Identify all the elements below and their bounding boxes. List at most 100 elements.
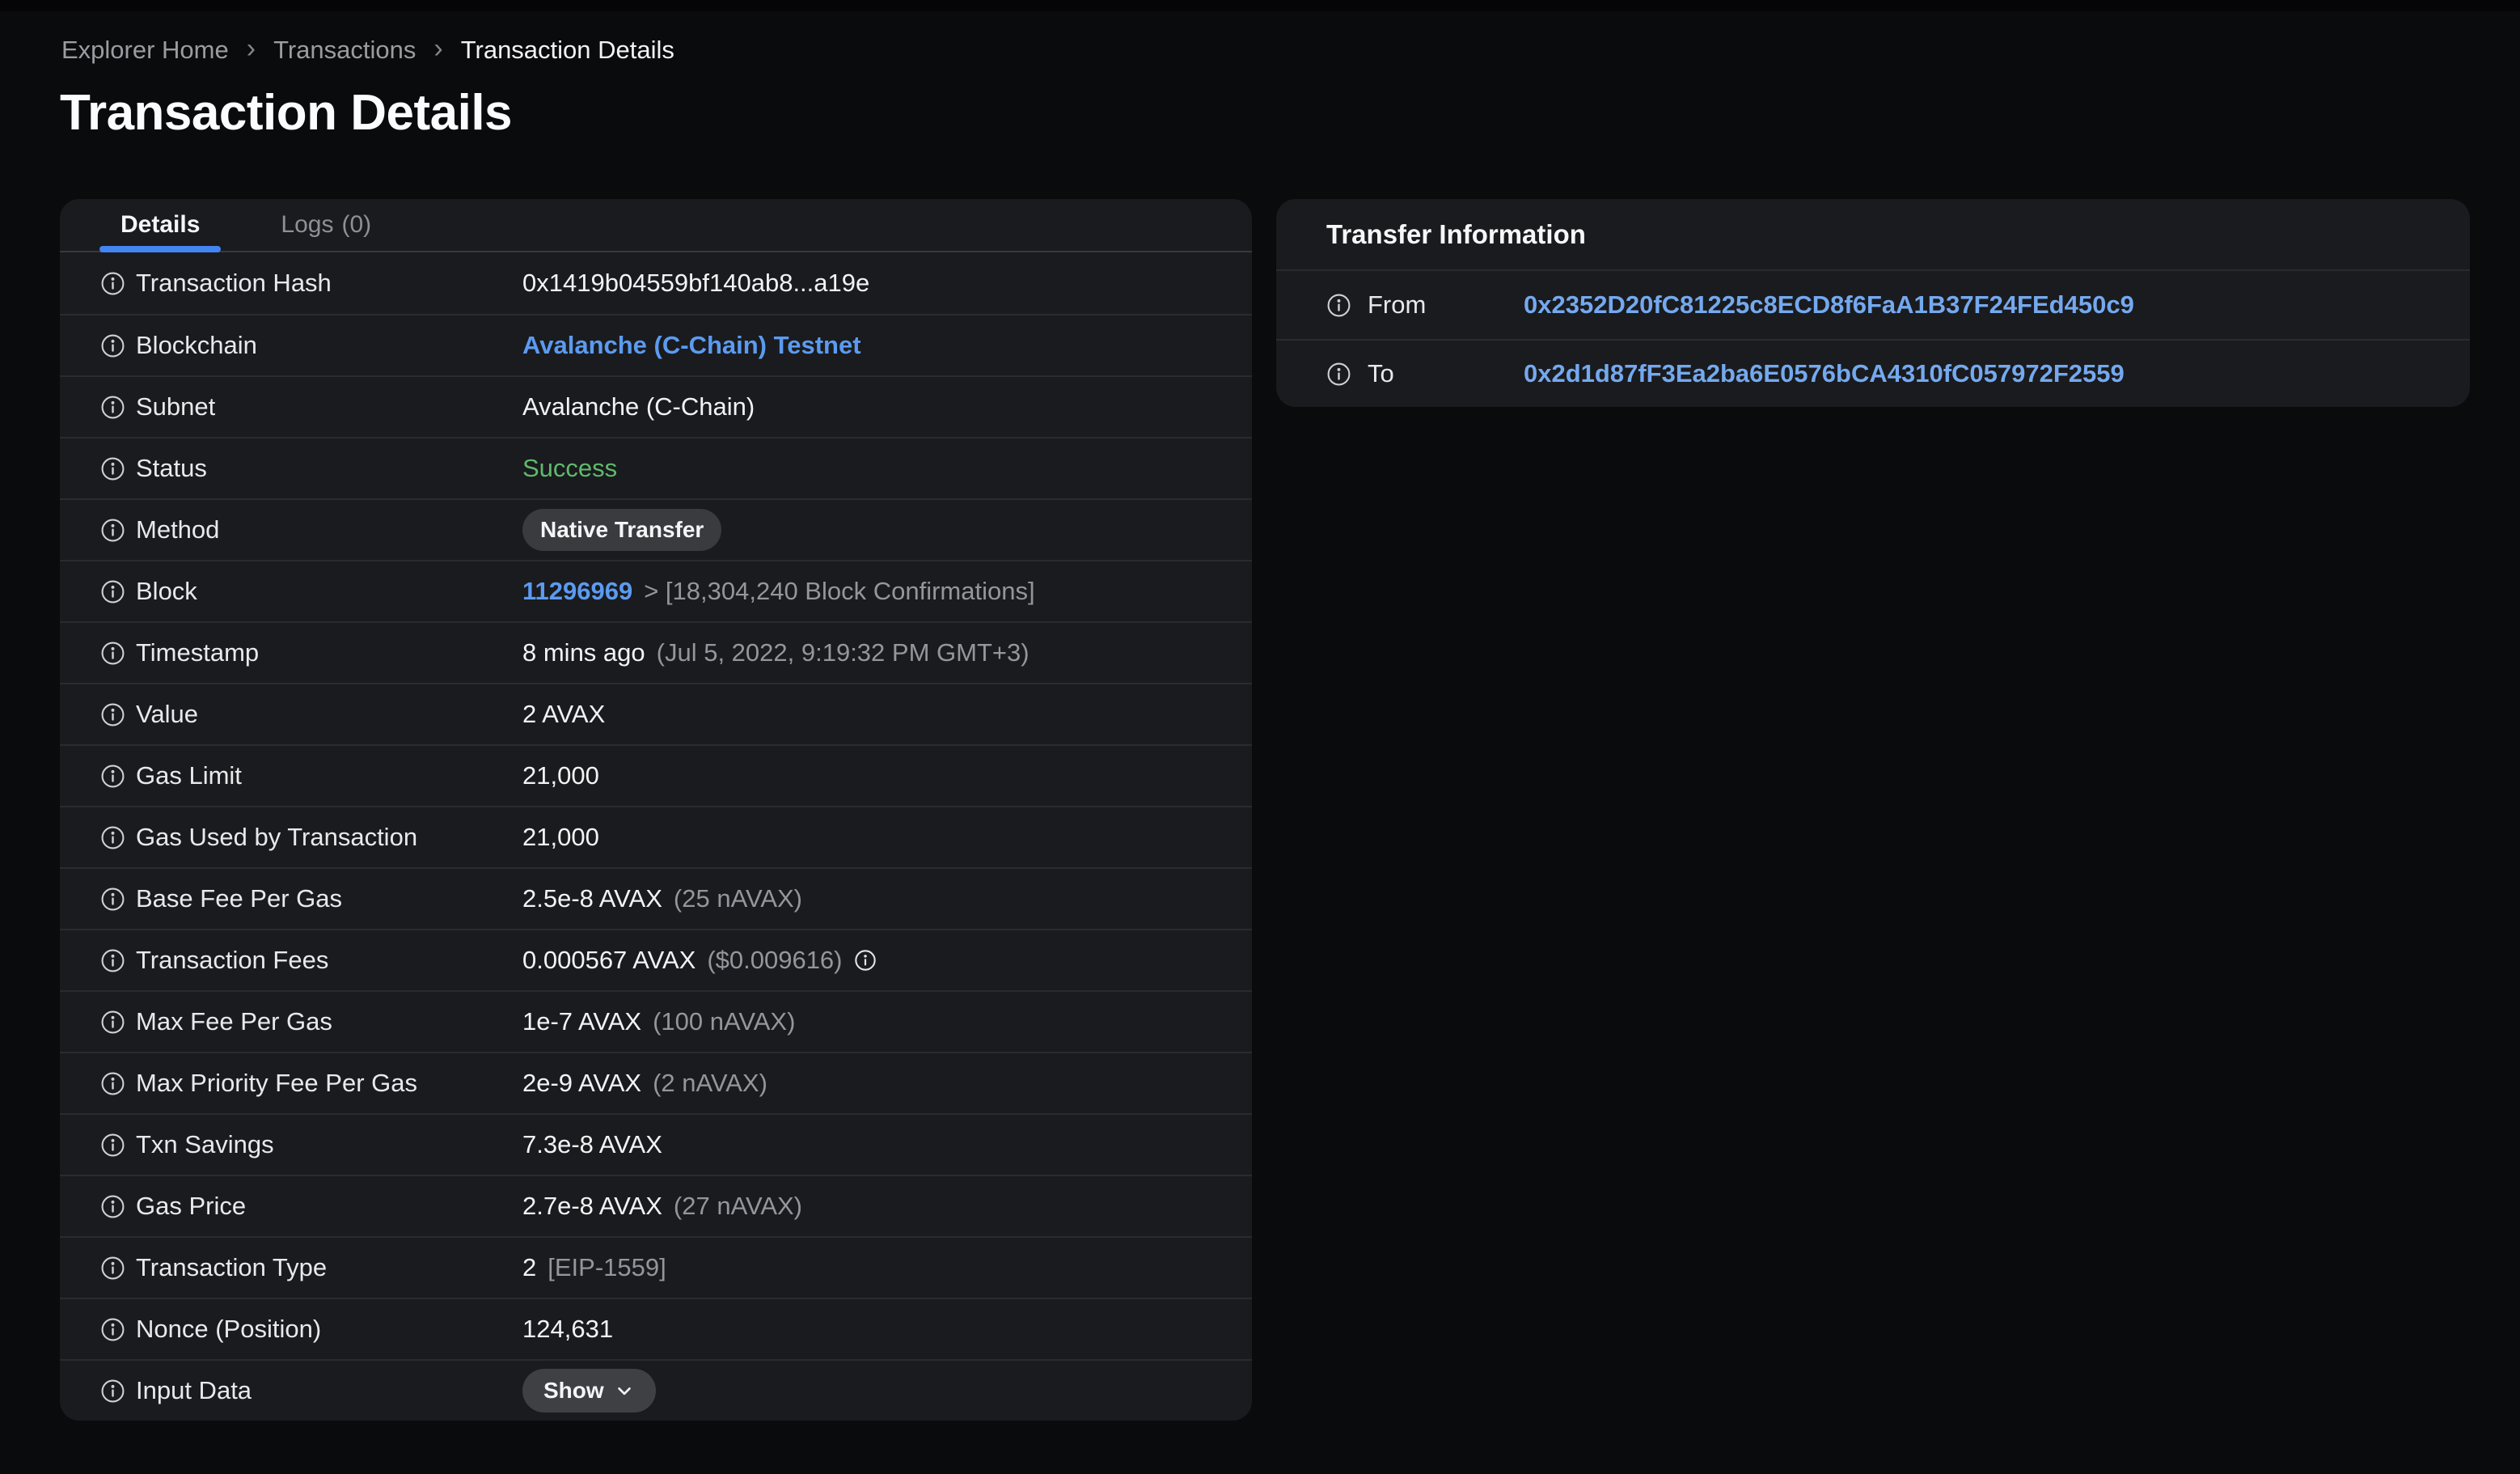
breadcrumb-separator-icon: › <box>246 33 256 64</box>
row-label: Block <box>136 577 197 605</box>
base-fee-value: 2.5e-8 AVAX <box>522 884 662 913</box>
row-label: Txn Savings <box>136 1130 274 1158</box>
info-icon[interactable] <box>100 333 125 358</box>
block-confirmations: > [18,304,240 Block Confirmations] <box>644 577 1035 605</box>
row-transaction-fees: Transaction Fees 0.000567 AVAX ($0.00961… <box>60 929 1252 990</box>
timestamp-relative: 8 mins ago <box>522 638 645 667</box>
row-value: Value 2 AVAX <box>60 683 1252 744</box>
base-fee-navax: (25 nAVAX) <box>673 884 803 913</box>
row-gas-price: Gas Price 2.7e-8 AVAX (27 nAVAX) <box>60 1175 1252 1236</box>
row-label: Gas Used by Transaction <box>136 823 418 851</box>
info-icon[interactable] <box>100 887 125 912</box>
info-icon[interactable] <box>100 702 125 727</box>
row-label: Value <box>136 700 198 728</box>
info-icon[interactable] <box>1326 293 1351 318</box>
breadcrumb: Explorer Home › Transactions › Transacti… <box>61 33 674 65</box>
info-icon[interactable] <box>100 579 125 604</box>
tab-logs-count: (0) <box>341 211 372 238</box>
transaction-fees-value: 0.000567 AVAX <box>522 946 696 974</box>
status-badge: Success <box>522 454 618 482</box>
info-icon[interactable] <box>100 641 125 666</box>
row-label: Subnet <box>136 392 216 421</box>
txn-savings-value: 7.3e-8 AVAX <box>522 1130 662 1158</box>
row-label: To <box>1368 359 1394 388</box>
row-transaction-type: Transaction Type 2 [EIP-1559] <box>60 1236 1252 1298</box>
from-address-link[interactable]: 0x2352D20fC81225c8ECD8f6FaA1B37F24FEd450… <box>1524 290 2134 320</box>
transaction-fees-usd: ($0.009616) <box>707 946 843 974</box>
info-icon[interactable] <box>100 1071 125 1096</box>
blockchain-link[interactable]: Avalanche (C-Chain) Testnet <box>522 331 861 360</box>
info-icon[interactable] <box>100 1133 125 1158</box>
row-label: Gas Price <box>136 1192 247 1220</box>
row-blockchain: Blockchain Avalanche (C-Chain) Testnet <box>60 314 1252 375</box>
block-number-link[interactable]: 11296969 <box>522 577 632 606</box>
subnet-value: Avalanche (C-Chain) <box>522 392 755 421</box>
info-icon[interactable] <box>100 271 125 296</box>
row-label: Input Data <box>136 1376 252 1404</box>
max-priority-fee-value: 2e-9 AVAX <box>522 1069 642 1097</box>
info-icon[interactable] <box>100 1010 125 1035</box>
row-label: Status <box>136 454 207 482</box>
info-icon[interactable] <box>100 456 125 481</box>
breadcrumb-separator-icon: › <box>433 33 443 64</box>
max-fee-value: 1e-7 AVAX <box>522 1007 642 1036</box>
row-label: Nonce (Position) <box>136 1315 322 1343</box>
row-label: Transaction Hash <box>136 269 332 297</box>
breadcrumb-transaction-details: Transaction Details <box>460 36 674 64</box>
row-block: Block 11296969 > [18,304,240 Block Confi… <box>60 560 1252 621</box>
info-icon[interactable] <box>100 948 125 973</box>
fee-info-icon[interactable] <box>854 949 877 972</box>
value-amount: 2 AVAX <box>522 700 606 728</box>
info-icon[interactable] <box>100 825 125 850</box>
row-label: Base Fee Per Gas <box>136 884 343 913</box>
show-button-label: Show <box>543 1378 604 1403</box>
row-label: Transaction Fees <box>136 946 329 974</box>
method-badge: Native Transfer <box>522 509 722 551</box>
tab-details[interactable]: Details <box>99 199 222 252</box>
chevron-down-icon <box>614 1380 635 1401</box>
page-title: Transaction Details <box>60 85 513 141</box>
row-to: To 0x2d1d87fF3Ea2ba6E0576bCA4310fC057972… <box>1276 339 2470 407</box>
row-gas-used: Gas Used by Transaction 21,000 <box>60 806 1252 867</box>
row-timestamp: Timestamp 8 mins ago (Jul 5, 2022, 9:19:… <box>60 621 1252 683</box>
row-nonce: Nonce (Position) 124,631 <box>60 1298 1252 1359</box>
row-label: Max Fee Per Gas <box>136 1007 332 1036</box>
tab-bar: Details Logs (0) <box>60 199 1252 252</box>
row-max-priority-fee: Max Priority Fee Per Gas 2e-9 AVAX (2 nA… <box>60 1052 1252 1113</box>
info-icon[interactable] <box>100 1194 125 1219</box>
breadcrumb-explorer-home[interactable]: Explorer Home <box>61 36 229 65</box>
nonce-value: 124,631 <box>522 1315 614 1343</box>
tab-logs[interactable]: Logs (0) <box>260 199 392 251</box>
tab-details-label: Details <box>121 211 201 238</box>
info-icon[interactable] <box>100 1256 125 1281</box>
info-icon[interactable] <box>100 518 125 543</box>
tab-logs-label: Logs <box>281 211 334 238</box>
row-txn-savings: Txn Savings 7.3e-8 AVAX <box>60 1113 1252 1175</box>
transfer-information-card: Transfer Information From 0x2352D20fC812… <box>1276 199 2470 407</box>
max-fee-navax: (100 nAVAX) <box>653 1007 796 1036</box>
row-base-fee: Base Fee Per Gas 2.5e-8 AVAX (25 nAVAX) <box>60 867 1252 929</box>
row-label: Blockchain <box>136 331 257 359</box>
row-label: Timestamp <box>136 638 260 667</box>
row-input-data: Input Data Show <box>60 1359 1252 1421</box>
row-subnet: Subnet Avalanche (C-Chain) <box>60 375 1252 437</box>
top-band <box>0 0 2520 11</box>
row-from: From 0x2352D20fC81225c8ECD8f6FaA1B37F24F… <box>1276 271 2470 339</box>
transfer-information-title: Transfer Information <box>1276 199 2470 271</box>
gas-used-value: 21,000 <box>522 823 599 851</box>
to-address-link[interactable]: 0x2d1d87fF3Ea2ba6E0576bCA4310fC057972F25… <box>1524 359 2125 388</box>
row-transaction-hash: Transaction Hash 0x1419b04559bf140ab8...… <box>60 252 1252 314</box>
breadcrumb-transactions[interactable]: Transactions <box>273 36 416 65</box>
info-icon[interactable] <box>100 1317 125 1342</box>
info-icon[interactable] <box>100 764 125 789</box>
info-icon[interactable] <box>100 1379 125 1404</box>
row-gas-limit: Gas Limit 21,000 <box>60 744 1252 806</box>
info-icon[interactable] <box>1326 362 1351 387</box>
row-label: Transaction Type <box>136 1253 328 1281</box>
row-status: Status Success <box>60 437 1252 498</box>
transaction-hash-value: 0x1419b04559bf140ab8...a19e <box>522 269 870 297</box>
info-icon[interactable] <box>100 395 125 420</box>
transaction-details-card: Details Logs (0) Transaction Hash 0x1419… <box>60 199 1252 1421</box>
row-max-fee: Max Fee Per Gas 1e-7 AVAX (100 nAVAX) <box>60 990 1252 1052</box>
show-input-data-button[interactable]: Show <box>522 1369 656 1413</box>
